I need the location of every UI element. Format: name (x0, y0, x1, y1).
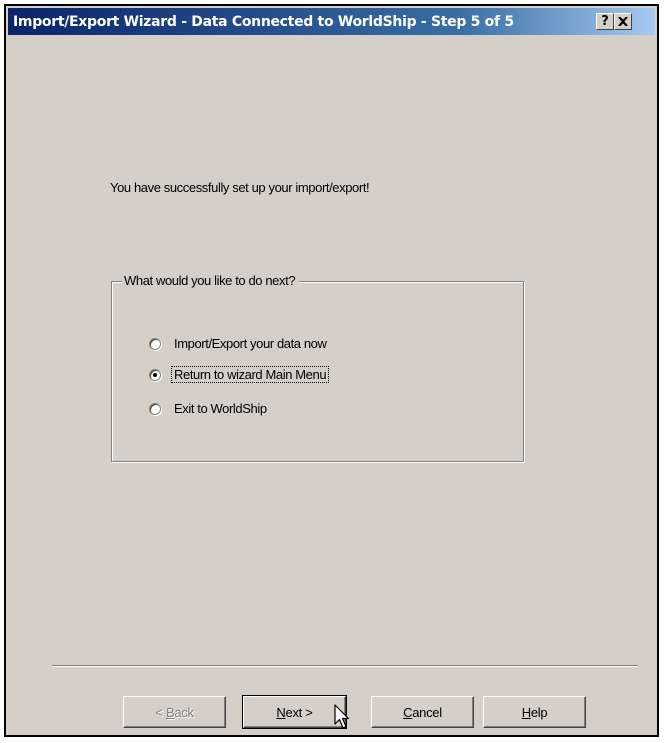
mouse-pointer-icon (334, 704, 350, 729)
back-button[interactable]: < Back (123, 696, 226, 728)
next-button[interactable]: Next > (242, 695, 347, 729)
close-icon[interactable] (614, 13, 632, 30)
option-exit-worldship[interactable]: Exit to WorldShip (149, 401, 269, 416)
cancel-button[interactable]: Cancel (371, 696, 474, 728)
radio-button[interactable] (149, 337, 161, 350)
help-button[interactable]: Help (483, 696, 586, 728)
back-accel: B (165, 704, 175, 720)
title-bar[interactable]: Import/Export Wizard - Data Connected to… (8, 8, 655, 35)
option-label[interactable]: Import/Export your data now (172, 336, 329, 351)
radio-button[interactable] (149, 402, 161, 415)
option-import-export-now[interactable]: Import/Export your data now (149, 336, 329, 351)
wizard-window: Import/Export Wizard - Data Connected to… (4, 4, 659, 737)
radio-button-selected[interactable] (149, 368, 161, 381)
next-action-group: What would you like to do next? Import/E… (111, 273, 524, 462)
back-prefix: < (155, 704, 166, 720)
close-x-glyph (618, 17, 628, 26)
button-separator (52, 665, 638, 667)
success-message: You have successfully set up your import… (110, 180, 370, 195)
next-rest: ext > (285, 704, 313, 720)
window-title: Import/Export Wizard - Data Connected to… (13, 14, 514, 30)
option-label[interactable]: Exit to WorldShip (172, 401, 269, 416)
cancel-rest: ancel (412, 704, 442, 720)
help-question-icon[interactable]: ? (596, 13, 614, 30)
option-label[interactable]: Return to wizard Main Menu (170, 366, 330, 383)
option-return-main-menu[interactable]: Return to wizard Main Menu (149, 366, 330, 383)
group-legend: What would you like to do next? (122, 273, 300, 288)
help-rest: elp (530, 704, 548, 720)
cancel-accel: C (403, 704, 413, 720)
back-rest: ack (174, 704, 194, 720)
help-accel: H (521, 704, 531, 720)
next-accel: N (276, 704, 286, 720)
